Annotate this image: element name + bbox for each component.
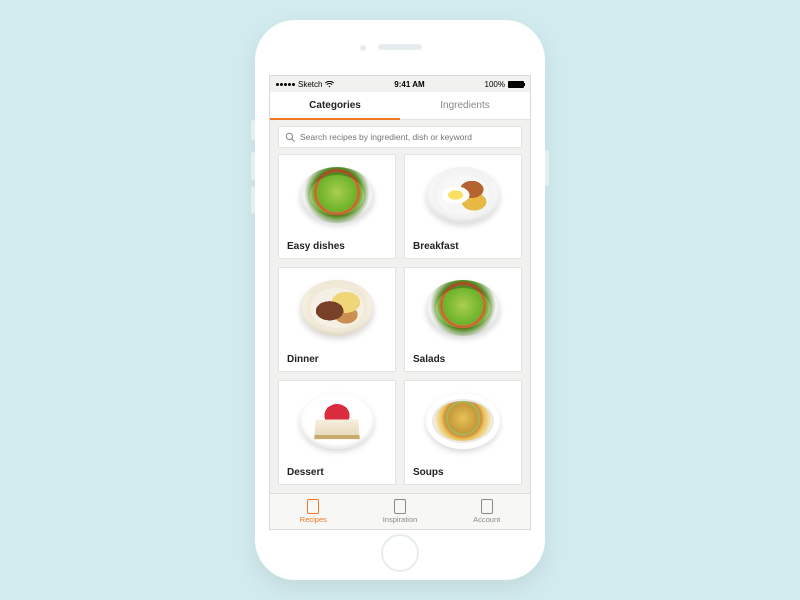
- carrier-label: Sketch: [298, 80, 322, 89]
- category-label: Breakfast: [405, 235, 521, 258]
- tabbar-label: Inspiration: [383, 515, 418, 524]
- tabbar-label: Account: [473, 515, 500, 524]
- phone-camera: [360, 45, 366, 51]
- phone-power-button: [545, 150, 549, 186]
- phone-home-button[interactable]: [381, 534, 419, 572]
- tabbar-account[interactable]: Account: [443, 494, 530, 529]
- battery-icon: [508, 81, 524, 88]
- status-bar: Sketch 9:41 AM 100%: [270, 76, 530, 92]
- search-icon: [285, 132, 295, 142]
- dish-illustration: [300, 280, 374, 336]
- signal-dots-icon: [276, 83, 295, 86]
- battery-percent: 100%: [485, 80, 505, 89]
- bottom-tabbar: Recipes Inspiration Account: [270, 493, 530, 529]
- tab-categories[interactable]: Categories: [270, 92, 400, 119]
- category-card-easy-dishes[interactable]: Easy dishes: [278, 154, 396, 259]
- dish-illustration: [426, 167, 500, 223]
- category-card-dessert[interactable]: Dessert: [278, 380, 396, 485]
- category-image: [279, 268, 395, 348]
- phone-volume-down: [251, 186, 255, 214]
- status-left: Sketch: [276, 80, 334, 89]
- tabbar-recipes[interactable]: Recipes: [270, 494, 357, 529]
- search-input[interactable]: [300, 132, 515, 142]
- dish-illustration: [300, 167, 374, 223]
- status-time: 9:41 AM: [394, 80, 424, 89]
- account-icon: [481, 499, 493, 514]
- category-card-soups[interactable]: Soups: [404, 380, 522, 485]
- category-label: Salads: [405, 348, 521, 371]
- category-image: [405, 268, 521, 348]
- category-image: [405, 155, 521, 235]
- recipes-icon: [307, 499, 319, 514]
- phone-speaker: [378, 44, 422, 50]
- search-wrap: [270, 120, 530, 154]
- phone-mute-switch: [251, 120, 255, 140]
- screen: Sketch 9:41 AM 100% Categories Ingredien…: [269, 75, 531, 530]
- category-card-dinner[interactable]: Dinner: [278, 267, 396, 372]
- category-image: [405, 381, 521, 461]
- category-label: Easy dishes: [279, 235, 395, 258]
- dish-illustration: [426, 393, 500, 449]
- dish-illustration: [426, 280, 500, 336]
- search-field[interactable]: [278, 126, 522, 148]
- tabbar-inspiration[interactable]: Inspiration: [357, 494, 444, 529]
- phone-frame: Sketch 9:41 AM 100% Categories Ingredien…: [255, 20, 545, 580]
- category-label: Dessert: [279, 461, 395, 484]
- wifi-icon: [325, 81, 334, 88]
- category-image: [279, 381, 395, 461]
- category-card-salads[interactable]: Salads: [404, 267, 522, 372]
- category-grid: Easy dishes Breakfast Dinner Salads Dess…: [270, 154, 530, 493]
- category-label: Dinner: [279, 348, 395, 371]
- phone-volume-up: [251, 152, 255, 180]
- tabbar-label: Recipes: [300, 515, 327, 524]
- inspiration-icon: [394, 499, 406, 514]
- status-right: 100%: [485, 80, 524, 89]
- category-label: Soups: [405, 461, 521, 484]
- category-image: [279, 155, 395, 235]
- tab-ingredients[interactable]: Ingredients: [400, 92, 530, 119]
- category-card-breakfast[interactable]: Breakfast: [404, 154, 522, 259]
- top-tabs: Categories Ingredients: [270, 92, 530, 120]
- dish-illustration: [300, 393, 374, 449]
